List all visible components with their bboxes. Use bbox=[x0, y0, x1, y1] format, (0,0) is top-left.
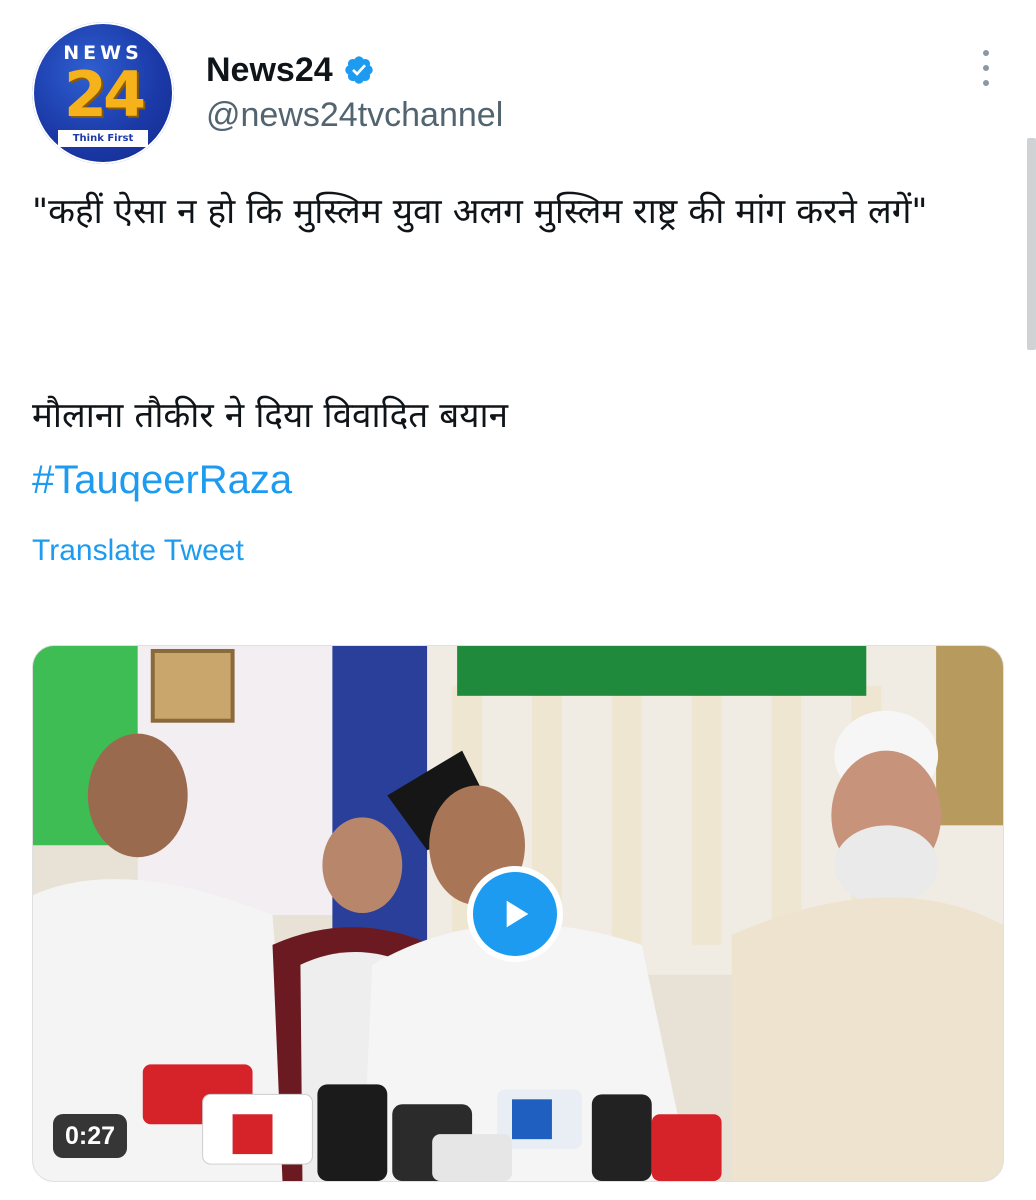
play-icon bbox=[506, 900, 529, 928]
more-options-icon[interactable] bbox=[976, 50, 996, 86]
account-handle[interactable]: @news24tvchannel bbox=[206, 96, 503, 135]
tweet-line: मौलाना तौकीर ने दिया विवादित बयान bbox=[32, 396, 509, 436]
verified-badge-icon bbox=[344, 56, 373, 84]
avatar-logo-number: 24 bbox=[63, 58, 146, 131]
display-name[interactable]: News24 bbox=[206, 51, 333, 90]
hashtag-link[interactable]: #TauqeerRaza bbox=[32, 450, 292, 510]
scrollbar[interactable] bbox=[1027, 138, 1036, 350]
video-player[interactable]: 0:27 bbox=[32, 645, 1004, 1182]
video-duration: 0:27 bbox=[53, 1114, 128, 1158]
name-row: News24 bbox=[206, 48, 375, 92]
avatar-logo-tagline: Think First bbox=[58, 130, 148, 147]
translate-tweet-link[interactable]: Translate Tweet bbox=[32, 534, 244, 568]
tweet-quote: "कहीं ऐसा न हो कि मुस्लिम युवा अलग मुस्ल… bbox=[32, 192, 928, 232]
play-button[interactable] bbox=[467, 866, 563, 962]
tweet-text: "कहीं ऐसा न हो कि मुस्लिम युवा अलग मुस्ल… bbox=[32, 182, 992, 242]
avatar[interactable]: NEWS 24 Think First bbox=[32, 22, 174, 164]
tweet-header: NEWS 24 Think First News24 @news24tvchan… bbox=[0, 0, 1036, 165]
